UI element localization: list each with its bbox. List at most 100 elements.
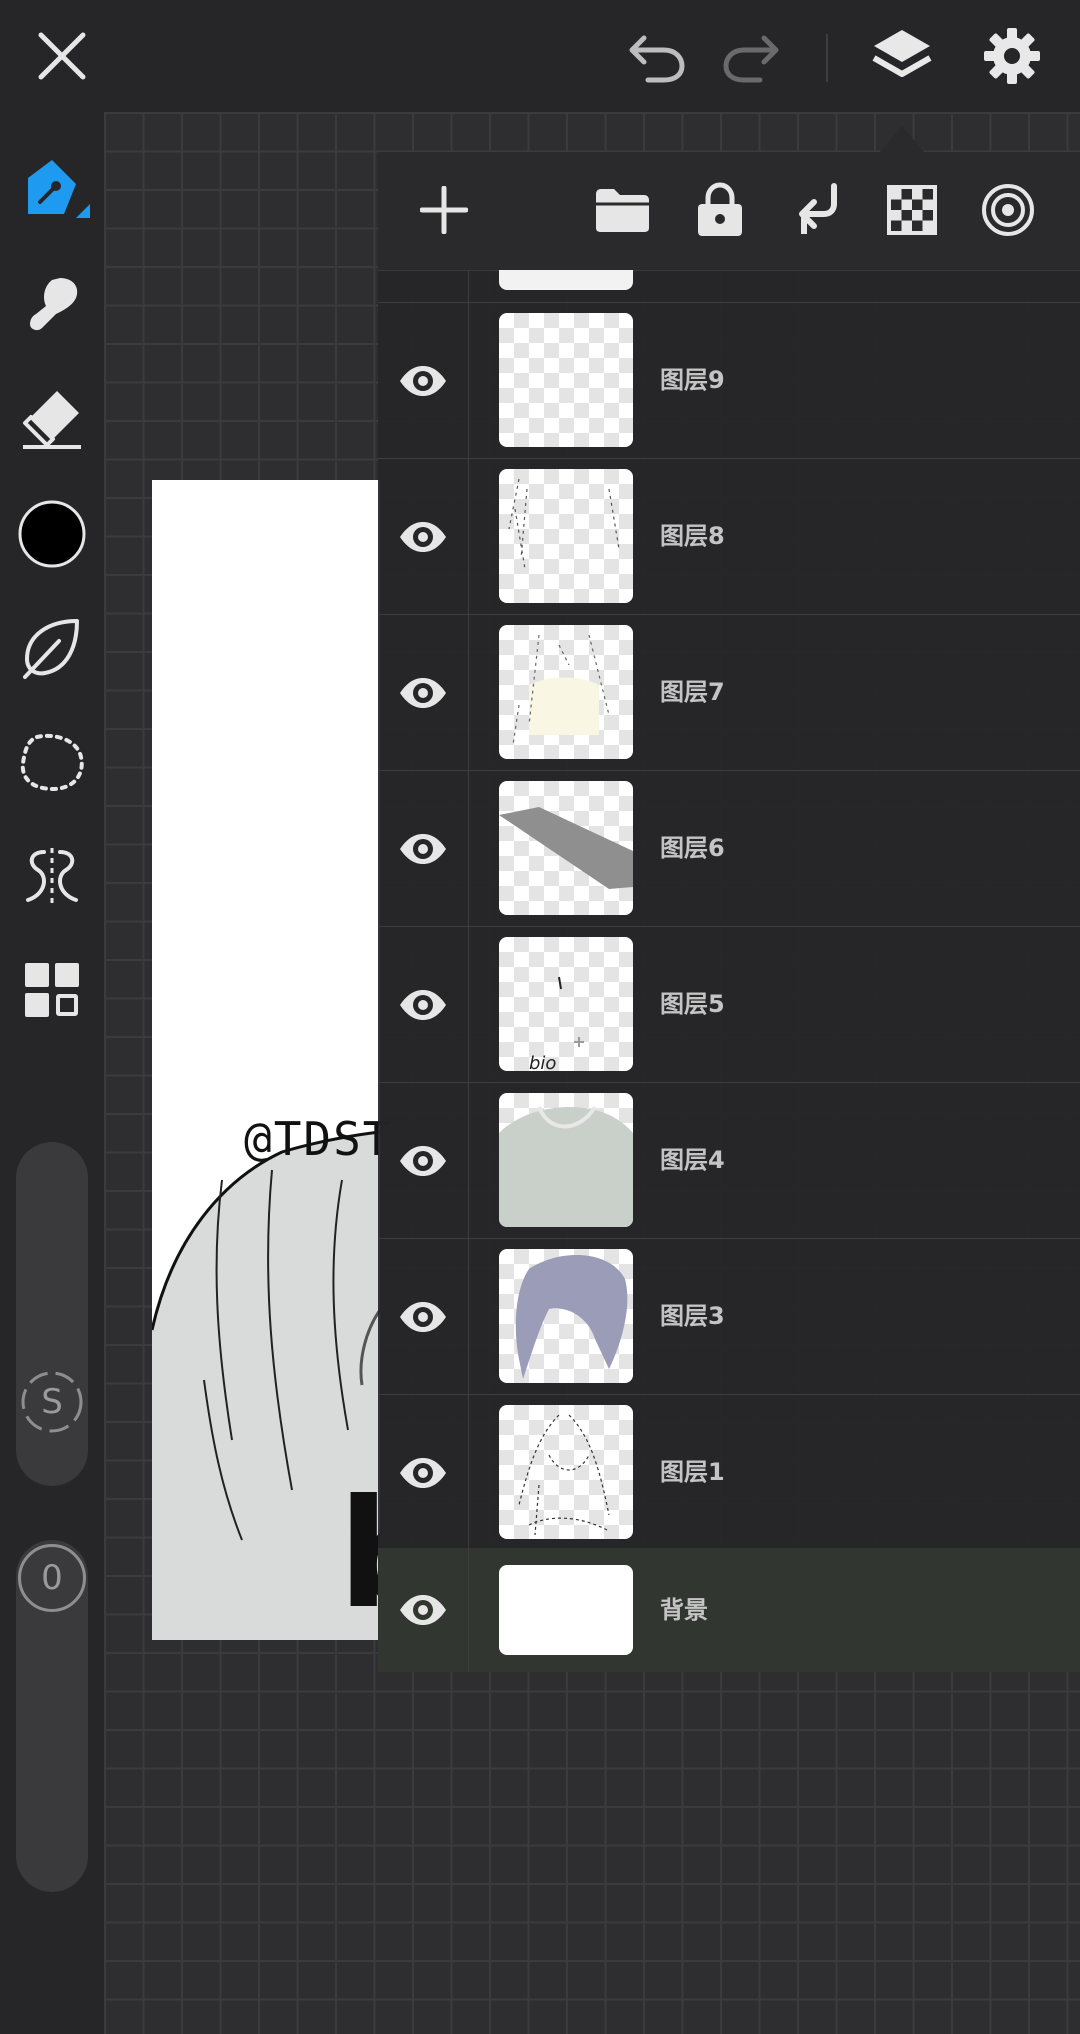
canvas-artwork	[152, 1130, 380, 1640]
layer-row[interactable]: 图层1	[378, 1395, 1080, 1551]
layer-thumbnail-partial	[499, 270, 633, 290]
leaf-icon	[23, 619, 79, 679]
eye-icon	[400, 989, 446, 1020]
undo-icon	[629, 35, 685, 83]
opacity-badge: 0	[41, 1558, 63, 1598]
color-icon	[18, 500, 86, 568]
layers-toolbar	[378, 152, 1080, 271]
layer-name: 图层4	[660, 1146, 725, 1174]
eye-icon	[400, 1145, 446, 1176]
layer-thumbnail	[499, 625, 633, 759]
add-layer-icon	[420, 186, 468, 234]
eye-icon	[400, 1301, 446, 1332]
visibility-toggle[interactable]	[378, 1239, 469, 1394]
visibility-toggle[interactable]	[378, 615, 469, 770]
lock-button[interactable]	[688, 178, 752, 242]
transparency-icon	[887, 185, 937, 235]
folder-button[interactable]	[590, 178, 654, 242]
eye-icon	[400, 521, 446, 552]
transparency-button[interactable]	[880, 178, 944, 242]
target-icon	[982, 184, 1034, 236]
lasso-icon	[20, 733, 84, 792]
background-layer-row[interactable]: 背景	[378, 1548, 1080, 1672]
smudge-icon	[30, 278, 78, 331]
visibility-toggle[interactable]	[378, 1548, 469, 1672]
eye-icon	[400, 1457, 446, 1488]
eye-icon	[400, 1595, 446, 1625]
target-button[interactable]	[976, 178, 1040, 242]
layer-row[interactable]: 图层6	[378, 771, 1080, 927]
layer-thumbnail-text: bio	[529, 1053, 557, 1071]
add-layer-button[interactable]	[412, 178, 476, 242]
layers-icon	[872, 30, 932, 77]
pen-tool[interactable]	[14, 152, 90, 228]
layer-row-partial[interactable]	[378, 270, 1080, 303]
redo-icon	[723, 35, 779, 83]
layers-panel: 图层9 图层8 图层7 图层6 bio 图层5 图层4 图层3 图层1 背景	[378, 152, 1080, 1672]
layers-button[interactable]	[866, 20, 938, 92]
settings-button[interactable]	[976, 20, 1048, 92]
symmetry-icon	[26, 848, 78, 904]
layer-thumbnail	[499, 313, 633, 447]
visibility-toggle[interactable]	[378, 1083, 469, 1238]
merge-down-icon	[799, 183, 837, 234]
symmetry-tool[interactable]	[14, 838, 90, 914]
layer-name: 图层8	[660, 522, 725, 550]
smudge-tool[interactable]	[14, 266, 90, 342]
redo-button[interactable]	[716, 20, 788, 92]
layer-thumbnail	[499, 1249, 633, 1383]
opacity-handle[interactable]: 0	[18, 1544, 86, 1612]
folder-icon	[596, 189, 649, 232]
layer-row[interactable]: 图层9	[378, 303, 1080, 459]
layer-name: 图层1	[660, 1458, 725, 1486]
layer-name: 图层5	[660, 990, 725, 1018]
panel-pointer	[880, 126, 924, 152]
brush-size-badge: S	[41, 1382, 63, 1422]
layer-row[interactable]: bio 图层5	[378, 927, 1080, 1083]
merge-down-button[interactable]	[784, 178, 848, 242]
layer-row[interactable]: 图层4	[378, 1083, 1080, 1239]
layer-name: 背景	[660, 1596, 708, 1624]
eraser-icon	[23, 391, 81, 449]
brush-size-handle[interactable]: S	[18, 1368, 86, 1436]
layer-row[interactable]: 图层7	[378, 615, 1080, 771]
visibility-toggle[interactable]	[378, 771, 469, 926]
lasso-tool[interactable]	[14, 724, 90, 800]
opacity-slider[interactable]: 0	[16, 1540, 88, 1892]
top-toolbar	[0, 0, 1080, 112]
layer-name: 图层7	[660, 678, 725, 706]
layer-thumbnail	[499, 1093, 633, 1227]
undo-button[interactable]	[620, 20, 692, 92]
toolbar-divider	[826, 34, 828, 82]
visibility-toggle[interactable]	[378, 303, 469, 458]
layer-name: 图层6	[660, 834, 725, 862]
close-button[interactable]	[26, 20, 98, 92]
leaf-tool[interactable]	[14, 610, 90, 686]
visibility-toggle[interactable]	[378, 1395, 469, 1550]
layer-name: 图层9	[660, 366, 725, 394]
layer-thumbnail	[499, 1565, 633, 1655]
layer-thumbnail: bio	[499, 937, 633, 1071]
eye-icon	[400, 677, 446, 708]
eraser-tool[interactable]	[14, 380, 90, 456]
layer-name: 图层3	[660, 1302, 725, 1330]
layer-row[interactable]: 图层8	[378, 459, 1080, 615]
layer-row[interactable]: 图层3	[378, 1239, 1080, 1395]
color-picker[interactable]	[14, 496, 90, 572]
layer-thumbnail	[499, 1405, 633, 1539]
layer-thumbnail	[499, 781, 633, 915]
settings-icon	[984, 28, 1040, 84]
visibility-toggle[interactable]	[378, 927, 469, 1082]
lock-icon	[698, 182, 742, 236]
canvas-watermark: @TDST	[244, 1112, 393, 1166]
shirt-letter: b	[338, 1480, 380, 1630]
grid-icon	[25, 963, 79, 1017]
eye-icon	[400, 833, 446, 864]
drawing-canvas[interactable]: b	[152, 480, 380, 1640]
visibility-toggle[interactable]	[378, 459, 469, 614]
eye-icon	[400, 365, 446, 396]
layer-thumbnail	[499, 469, 633, 603]
grid-tool[interactable]	[14, 952, 90, 1028]
pen-icon	[28, 160, 90, 218]
brush-size-slider[interactable]: S	[16, 1142, 88, 1486]
